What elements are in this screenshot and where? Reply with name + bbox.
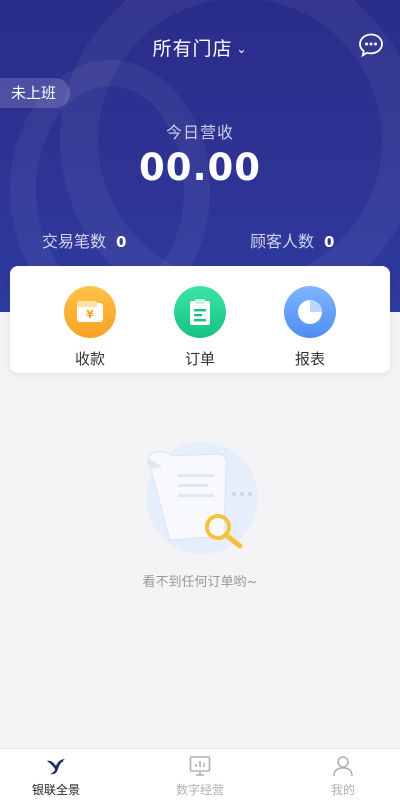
tab-mine[interactable]: 我的 [293, 754, 393, 798]
monitor-chart-icon [189, 756, 211, 776]
svg-text:¥: ¥ [86, 308, 94, 321]
reports-button[interactable]: 报表 [270, 286, 350, 369]
transactions-stat: 交易笔数 0 [42, 228, 126, 252]
revenue-label: 今日营收 [165, 123, 234, 142]
bottom-tab-bar: 银联全景 数字经营 我的 [0, 748, 400, 800]
clipboard-icon [174, 286, 226, 338]
transactions-label: 交易笔数 [42, 232, 107, 251]
store-selector-label: 所有门店 [152, 38, 233, 60]
tab-unionpay-overview[interactable]: 银联全景 [6, 754, 106, 798]
orders-label: 订单 [184, 350, 215, 368]
customers-value: 0 [324, 233, 335, 251]
pie-chart-icon [284, 286, 336, 338]
chat-icon[interactable] [358, 32, 384, 58]
user-icon [333, 756, 353, 777]
tab-digital-business-label: 数字经营 [175, 783, 224, 797]
work-status-badge[interactable]: 未上班 [0, 78, 71, 108]
revenue-value: 00.00 [138, 146, 262, 189]
collect-payment-label: 收款 [74, 350, 105, 368]
orders-button[interactable]: 订单 [160, 286, 240, 369]
reports-label: 报表 [294, 350, 325, 368]
tab-digital-business[interactable]: 数字经营 [150, 754, 250, 798]
customers-stat: 顾客人数 0 [250, 228, 334, 252]
tab-mine-label: 我的 [330, 783, 355, 797]
store-selector[interactable]: 所有门店 ⌄ [0, 34, 400, 61]
empty-orders-message: 看不到任何订单哟~ [142, 575, 258, 590]
transactions-value: 0 [116, 233, 127, 251]
unionpay-bird-icon [47, 759, 65, 775]
customers-label: 顾客人数 [250, 232, 315, 251]
collect-payment-button[interactable]: ¥ 收款 [50, 286, 130, 369]
quick-actions-card: ¥ 收款 订单 报表 [10, 266, 390, 373]
empty-orders-illustration [146, 442, 258, 554]
chevron-down-icon: ⌄ [236, 41, 248, 56]
wallet-yen-icon: ¥ [64, 286, 116, 338]
tab-unionpay-overview-label: 银联全景 [31, 783, 80, 797]
